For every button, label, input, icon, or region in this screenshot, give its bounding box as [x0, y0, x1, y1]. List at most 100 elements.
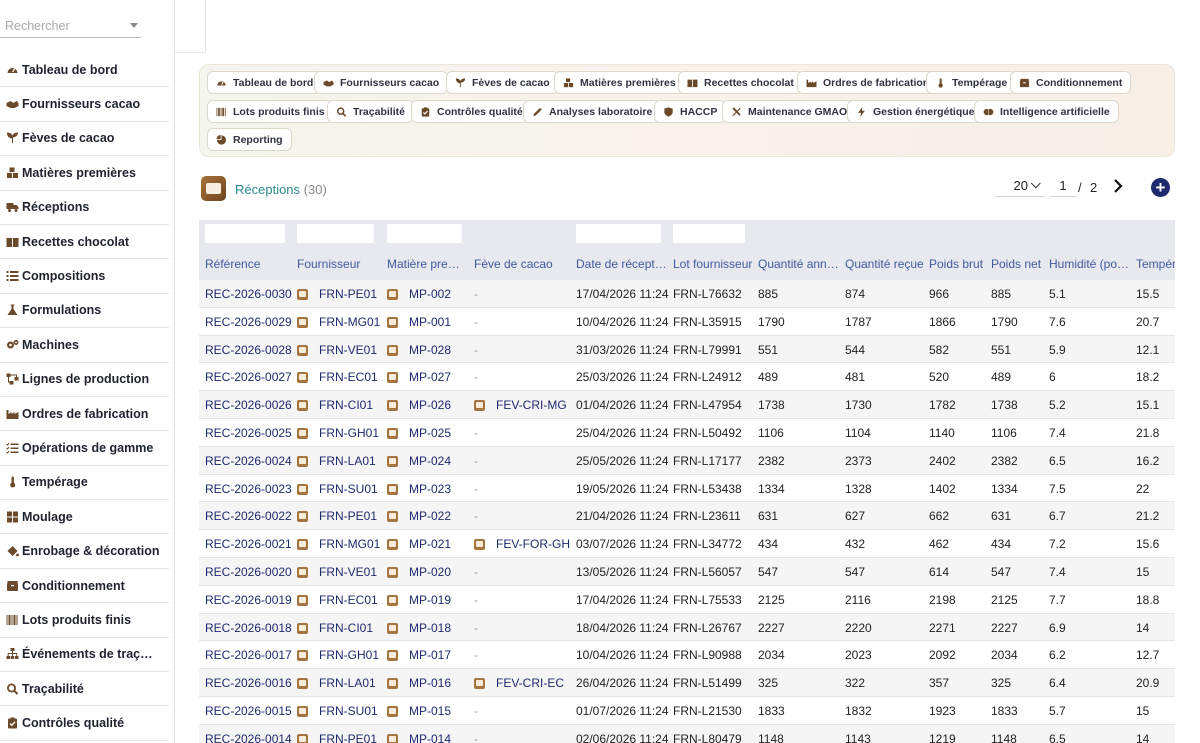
- material-link[interactable]: MP-017: [409, 648, 451, 662]
- bean-link[interactable]: FEV-FOR-GH: [496, 537, 570, 551]
- sidebar-item[interactable]: Réceptions: [0, 191, 169, 225]
- sidebar-item[interactable]: Moulage: [0, 500, 169, 535]
- module-chip[interactable]: HACCP: [654, 100, 727, 123]
- material-link[interactable]: MP-025: [409, 426, 451, 440]
- reference-link[interactable]: REC-2026-0024: [205, 454, 292, 468]
- module-chip[interactable]: Recettes chocolat: [678, 71, 803, 94]
- module-chip[interactable]: Reporting: [207, 128, 292, 151]
- supplier-link[interactable]: FRN-MG01: [319, 537, 380, 551]
- module-chip[interactable]: Maintenance GMAO: [722, 100, 857, 123]
- page-number-input[interactable]: [1050, 175, 1076, 197]
- table-row[interactable]: REC-2026-0022 FRN-PE01 MP-022 - 21/04/2026 1…: [199, 502, 1175, 531]
- module-chip[interactable]: Contrôles qualité: [411, 100, 532, 123]
- per-page-select[interactable]: 20: [996, 175, 1044, 197]
- reference-link[interactable]: REC-2026-0020: [205, 565, 292, 579]
- sidebar-item[interactable]: Compositions: [0, 259, 169, 294]
- column-filter-input[interactable]: [673, 224, 745, 243]
- column-header[interactable]: Lot fournisseur: [673, 257, 752, 271]
- sidebar-item[interactable]: Enrobage & décoration: [0, 534, 169, 569]
- supplier-link[interactable]: FRN-PE01: [319, 509, 377, 523]
- column-filter-input[interactable]: [576, 224, 661, 243]
- sidebar-item[interactable]: Fèves de cacao: [0, 122, 169, 157]
- module-chip[interactable]: Fèves de cacao: [446, 71, 559, 94]
- module-chip[interactable]: Intelligence artificielle: [974, 100, 1119, 123]
- reference-link[interactable]: REC-2026-0019: [205, 593, 292, 607]
- bean-link[interactable]: FEV-CRI-MG: [496, 398, 567, 412]
- reference-link[interactable]: REC-2026-0021: [205, 537, 292, 551]
- reference-link[interactable]: REC-2026-0016: [205, 676, 292, 690]
- table-row[interactable]: REC-2026-0016 FRN-LA01 MP-016 FEV-CRI-EC 26/…: [199, 669, 1175, 697]
- reference-link[interactable]: REC-2026-0025: [205, 426, 292, 440]
- table-row[interactable]: REC-2026-0023 FRN-SU01 MP-023 - 19/05/2026 1…: [199, 475, 1175, 503]
- column-header[interactable]: Quantité ann…: [758, 257, 839, 271]
- supplier-link[interactable]: FRN-PE01: [319, 287, 377, 301]
- supplier-link[interactable]: FRN-SU01: [319, 482, 378, 496]
- column-header[interactable]: Matière pre…: [387, 257, 460, 271]
- column-filter-input[interactable]: [387, 224, 462, 243]
- reference-link[interactable]: REC-2026-0030: [205, 287, 292, 301]
- material-link[interactable]: MP-002: [409, 287, 451, 301]
- reference-link[interactable]: REC-2026-0015: [205, 704, 292, 718]
- supplier-link[interactable]: FRN-VE01: [319, 343, 377, 357]
- column-header[interactable]: Tempéra: [1136, 257, 1175, 271]
- table-row[interactable]: REC-2026-0024 FRN-LA01 MP-024 - 25/05/2026 1…: [199, 446, 1175, 475]
- reference-link[interactable]: REC-2026-0028: [205, 343, 292, 357]
- table-row[interactable]: REC-2026-0029 FRN-MG01 MP-001 - 10/04/2026 1…: [199, 308, 1175, 336]
- table-row[interactable]: REC-2026-0019 FRN-EC01 MP-019 - 17/04/2026 1…: [199, 586, 1175, 614]
- reference-link[interactable]: REC-2026-0029: [205, 315, 292, 329]
- add-reception-button[interactable]: +: [1151, 178, 1170, 197]
- table-row[interactable]: REC-2026-0026 FRN-CI01 MP-026 FEV-CRI-MG 01/…: [199, 391, 1175, 419]
- table-row[interactable]: REC-2026-0030 FRN-PE01 MP-002 - 17/04/2026 1…: [199, 280, 1175, 308]
- sidebar-item[interactable]: Tableau de bord: [0, 53, 169, 88]
- supplier-link[interactable]: FRN-LA01: [319, 454, 376, 468]
- column-filter-input[interactable]: [205, 224, 285, 243]
- column-header[interactable]: Quantité reçue: [845, 257, 924, 271]
- sidebar-item[interactable]: Machines: [0, 328, 169, 363]
- supplier-link[interactable]: FRN-CI01: [319, 621, 373, 635]
- column-header[interactable]: Poids brut: [929, 257, 983, 271]
- reference-link[interactable]: REC-2026-0014: [205, 732, 292, 743]
- sidebar-item[interactable]: Matières premières: [0, 156, 169, 191]
- material-link[interactable]: MP-014: [409, 732, 451, 743]
- table-row[interactable]: REC-2026-0025 FRN-GH01 MP-025 - 25/04/2026 1…: [199, 419, 1175, 447]
- column-header[interactable]: Humidité (po…: [1049, 257, 1129, 271]
- supplier-link[interactable]: FRN-EC01: [319, 593, 378, 607]
- column-header[interactable]: Référence: [205, 257, 260, 271]
- column-header[interactable]: Fournisseur: [297, 257, 360, 271]
- reference-link[interactable]: REC-2026-0023: [205, 482, 292, 496]
- material-link[interactable]: MP-022: [409, 509, 451, 523]
- sidebar-item[interactable]: Lignes de production: [0, 363, 169, 397]
- table-row[interactable]: REC-2026-0027 FRN-EC01 MP-027 - 25/03/2026 1…: [199, 363, 1175, 392]
- sidebar-item[interactable]: Contrôles qualité: [0, 706, 169, 741]
- sidebar-item[interactable]: Ordres de fabrication: [0, 397, 169, 432]
- material-link[interactable]: MP-019: [409, 593, 451, 607]
- table-row[interactable]: REC-2026-0021 FRN-MG01 MP-021 FEV-FOR-GH 03/…: [199, 530, 1175, 558]
- table-row[interactable]: REC-2026-0018 FRN-CI01 MP-018 - 18/04/2026 1…: [199, 613, 1175, 642]
- sidebar-item[interactable]: Recettes chocolat: [0, 225, 169, 260]
- bean-link[interactable]: FEV-CRI-EC: [496, 676, 564, 690]
- module-chip[interactable]: Tempérage: [926, 71, 1017, 94]
- reference-link[interactable]: REC-2026-0017: [205, 648, 292, 662]
- reference-link[interactable]: REC-2026-0018: [205, 621, 292, 635]
- supplier-link[interactable]: FRN-GH01: [319, 426, 379, 440]
- module-chip[interactable]: Ordres de fabrication: [797, 71, 939, 94]
- column-header[interactable]: Poids net: [991, 257, 1041, 271]
- module-chip[interactable]: Lots produits finis: [207, 100, 334, 123]
- material-link[interactable]: MP-023: [409, 482, 451, 496]
- reference-link[interactable]: REC-2026-0022: [205, 509, 292, 523]
- supplier-link[interactable]: FRN-EC01: [319, 370, 378, 384]
- column-filter-input[interactable]: [297, 224, 374, 243]
- table-row[interactable]: REC-2026-0014 FRN-PE01 MP-014 - 02/06/2026 1…: [199, 724, 1175, 743]
- search-input[interactable]: [0, 14, 141, 38]
- table-row[interactable]: REC-2026-0020 FRN-VE01 MP-020 - 13/05/2026 1…: [199, 558, 1175, 586]
- column-header[interactable]: Date de récept…: [576, 257, 667, 271]
- supplier-link[interactable]: FRN-SU01: [319, 704, 378, 718]
- sidebar-item[interactable]: Traçabilité: [0, 672, 169, 707]
- sidebar-item[interactable]: Opérations de gamme: [0, 431, 169, 466]
- material-link[interactable]: MP-020: [409, 565, 451, 579]
- supplier-link[interactable]: FRN-MG01: [319, 315, 380, 329]
- table-row[interactable]: REC-2026-0017 FRN-GH01 MP-017 - 10/04/2026 1…: [199, 641, 1175, 670]
- sidebar-item[interactable]: Conditionnement: [0, 569, 169, 604]
- sidebar-item[interactable]: Fournisseurs cacao: [0, 87, 169, 122]
- chevron-down-icon[interactable]: [130, 23, 138, 28]
